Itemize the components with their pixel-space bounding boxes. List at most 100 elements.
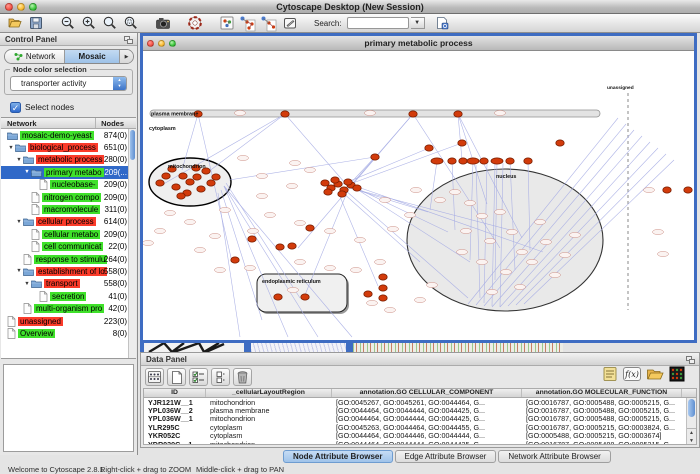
zoom-actual-icon[interactable] [100,15,119,32]
float-data-panel-icon[interactable] [686,356,695,364]
tree-row[interactable]: secretion41(0) [1,290,136,302]
tree-expand-icon[interactable]: ▼ [23,169,31,175]
unselect-all-attributes-icon[interactable] [211,368,230,386]
tree-row[interactable]: cellular metabo209(0) [1,228,136,240]
tree-row-count: 311(0) [104,205,127,214]
select-nodes-checkbox[interactable]: ✓ [10,102,21,113]
table-cell: mitochondrion [206,440,332,445]
tree-row[interactable]: nucleobase-209(0) [1,179,136,191]
tree-row[interactable]: cell communicat22(0) [1,241,136,253]
svg-text:mitochondrion: mitochondrion [168,164,206,170]
svg-text:endoplasmic reticulum: endoplasmic reticulum [262,279,321,285]
tree-row-count: 614(0) [104,217,127,226]
frame-zoom-button[interactable] [169,40,176,47]
snapshot-icon[interactable] [153,15,172,32]
tree-row-count: 558(0) [104,279,127,288]
layout-network-2-icon[interactable] [259,15,278,32]
background-windows-strip [140,343,700,352]
tree-expand-icon[interactable]: ▼ [23,281,31,287]
delete-attribute-icon[interactable] [233,368,252,386]
attribute-editor-icon[interactable] [602,366,618,382]
tree-row-label: nitrogen compo [42,193,101,202]
tree-row[interactable]: ▼biological_process651(0) [1,141,136,153]
tree-row-label: metabolic process [36,155,104,164]
tree-row-label: nucleobase- [50,180,98,189]
bottom-left-panel [3,364,134,452]
tree-expand-icon[interactable]: ▼ [15,157,23,163]
control-panel-title: Control Panel [5,33,57,46]
network-view-titlebar[interactable]: primary metabolic process [143,36,694,51]
table-column-header[interactable]: annotation.GO MOLECULAR_FUNCTION [522,389,682,397]
frame-close-button[interactable] [147,40,154,47]
tree-row-count: 874(0) [104,131,127,140]
folder-icon [31,168,42,177]
svg-text:unassigned: unassigned [607,85,634,91]
frame-minimize-button[interactable] [158,40,165,47]
tree-row-count: 280(0) [104,155,127,164]
data-panel-toolbar [145,367,252,387]
table-column-header[interactable]: ID [144,389,206,397]
folder-icon [23,155,34,164]
attribute-matrix-icon[interactable] [669,366,685,382]
function-builder-icon[interactable]: f(x) [623,366,641,382]
tree-row-label: Overview [18,329,55,338]
tree-row[interactable]: ▼ metabolic process280(0) [1,154,136,166]
select-attributes-icon[interactable] [145,368,164,386]
tree-expand-icon[interactable]: ▼ [7,145,15,151]
tab-mosaic[interactable]: Mosaic [65,50,120,63]
help-icon[interactable] [185,15,204,32]
tree-row[interactable]: ▼primary metabo209(... [1,166,136,178]
tree-row[interactable]: ▼establishment of lo558(0) [1,265,136,277]
zoom-out-icon[interactable] [58,15,77,32]
tree-row-count: 264(0) [104,255,127,264]
tree-row[interactable]: multi-organism pro42(0) [1,302,136,314]
frame-window-controls [147,40,176,47]
tree-row-label: unassigned [18,317,63,326]
more-tabs-button[interactable]: ▶ [120,50,133,63]
attribute-table-rows: YJR121W__1mitochondrion[GO:0045267, GO:0… [144,398,696,445]
tab-network[interactable]: Network [5,50,65,63]
import-attributes-icon[interactable] [646,366,664,382]
tree-expand-icon[interactable]: ▼ [15,219,23,225]
layout-network-1-icon[interactable] [238,15,257,32]
minimize-button[interactable] [17,3,25,11]
select-all-attributes-icon[interactable] [189,368,208,386]
tree-expand-icon[interactable]: ▼ [15,268,23,274]
tree-row[interactable]: nitrogen compo209(0) [1,191,136,203]
tree-row-count: 209(0) [104,230,127,239]
tree-scrollbar[interactable] [128,129,136,358]
zoom-selected-icon[interactable] [121,15,140,32]
tree-row-label: cellular process [36,217,96,226]
zoom-button[interactable] [29,3,37,11]
node-color-dropdown[interactable]: transporter activity ▲▼ [10,76,127,91]
data-panel-toolbar-right: f(x) [602,366,685,382]
tree-row[interactable]: response to stimulu264(0) [1,253,136,265]
table-column-header[interactable]: annotation.GO CELLULAR_COMPONENT [332,389,522,397]
table-column-header[interactable]: _cellularLayoutRegion [206,389,332,397]
tree-row[interactable]: ▼ cellular process 614(0) [1,216,136,228]
table-cell: [GO:0044464, GO:0044444, GO:0044425, G..… [332,440,522,445]
network-canvas[interactable]: plasma membranecytoplasmmitochondrionnuc… [143,51,694,340]
close-button[interactable] [5,3,13,11]
tree-row[interactable]: ▼ transport 558(0) [1,278,136,290]
tree-row[interactable]: mosaic-demo-yeast874(0) [1,129,136,141]
search-dropdown-button[interactable]: ▼ [411,17,425,29]
table-scrollbar[interactable]: ▲▼ [686,398,696,444]
table-row[interactable]: YDR039C__1mitochondrion[GO:0044464, GO:0… [144,440,696,445]
tree-row-label: transport [44,279,80,288]
tree-row-label: establishment of lo [36,267,107,276]
create-attribute-icon[interactable] [167,368,186,386]
search-input[interactable] [347,17,409,29]
float-panel-icon[interactable] [124,36,133,44]
annotation-icon[interactable] [280,15,299,32]
tree-row[interactable]: macromolecule311(0) [1,203,136,215]
save-session-icon[interactable] [26,15,45,32]
tree-row-count: 209(... [104,168,127,177]
tree-row[interactable]: Overview8(0) [1,327,136,339]
import-attribute-icon[interactable] [433,15,452,32]
tree-row[interactable]: unassigned223(0) [1,315,136,327]
dropdown-arrows-icon: ▲▼ [113,77,126,90]
zoom-in-icon[interactable] [79,15,98,32]
vizmapper-icon[interactable] [217,15,236,32]
open-session-icon[interactable] [5,15,24,32]
